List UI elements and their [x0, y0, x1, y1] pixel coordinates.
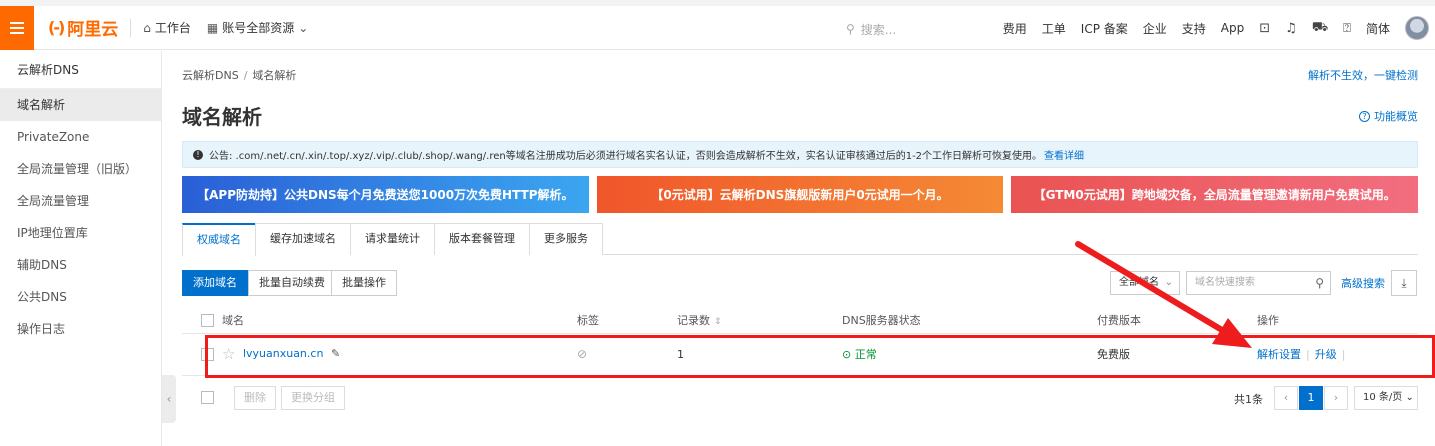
batch-ops-button[interactable]: 批量操作 [331, 270, 397, 296]
logo-text: 阿里云 [67, 20, 119, 40]
breadcrumb-item[interactable]: 云解析DNS [182, 69, 239, 82]
breadcrumb: 云解析DNS / 域名解析 [182, 67, 296, 83]
notice-bar: ! 公告: .com/.net/.cn/.xin/.top/.xyz/.vip/… [182, 141, 1418, 168]
cart-icon[interactable]: ⛟ [1312, 20, 1328, 37]
sidebar-item-ip-geo[interactable]: IP地理位置库 [0, 217, 161, 249]
sidebar-item-domain-resolution[interactable]: 域名解析 [0, 89, 161, 121]
detect-link[interactable]: 解析不生效，一键检测 [1308, 67, 1418, 83]
sort-icon[interactable]: ⇕ [714, 317, 722, 327]
resource-scope-dropdown[interactable]: ▦ 账号全部资源 ⌄ [207, 19, 308, 36]
header-dns-status: DNS服务器状态 [842, 307, 1097, 334]
table-footer: 删除 更换分组 共1条 ‹ 1 › 10 条/页 ⌄ [182, 386, 1418, 410]
domain-search-input[interactable]: 域名快速搜索 ⚲ [1186, 271, 1331, 295]
overview-label: 功能概览 [1374, 110, 1418, 123]
info-icon: ! [193, 149, 203, 160]
link-enterprise[interactable]: 企业 [1143, 20, 1167, 37]
terminal-icon[interactable]: ⊡ [1259, 21, 1270, 36]
header-records-label: 记录数 [677, 313, 710, 327]
workbench-link[interactable]: ⌂ 工作台 [143, 19, 191, 36]
filter-value: 全部域名 [1119, 277, 1159, 288]
home-icon: ⌂ [143, 20, 151, 35]
sidebar-item-gtm-legacy[interactable]: 全局流量管理（旧版） [0, 153, 161, 185]
notice-link[interactable]: 查看详细 [1044, 147, 1084, 162]
resource-scope-label: 账号全部资源 [222, 21, 295, 35]
total-count: 共1条 [1234, 393, 1263, 406]
page-number[interactable]: 1 [1299, 386, 1323, 410]
sidebar-item-privatezone[interactable]: PrivateZone [0, 121, 161, 153]
promo-banner[interactable]: 【0元试用】云解析DNS旗舰版新用户0元试用一个月。 [596, 176, 1004, 213]
footer-select-checkbox[interactable] [201, 391, 214, 404]
delete-button[interactable]: 删除 [234, 386, 276, 410]
logo[interactable]: (-) 阿里云 [48, 15, 118, 40]
help-icon[interactable]: ⍰ [1343, 21, 1351, 36]
link-fees[interactable]: 费用 [1003, 20, 1027, 37]
chevron-down-icon: ⌄ [298, 20, 309, 35]
next-page-button[interactable]: › [1324, 386, 1348, 410]
chevron-down-icon: ⌄ [1164, 277, 1173, 288]
batch-renew-button[interactable]: 批量自动续费 [248, 270, 336, 296]
add-domain-button[interactable]: 添加域名 [182, 270, 248, 296]
workbench-label: 工作台 [154, 21, 191, 35]
sidebar-item-gtm[interactable]: 全局流量管理 [0, 185, 161, 217]
logo-mark: (-) [48, 18, 65, 37]
overview-link[interactable]: ? 功能概览 [1359, 108, 1418, 124]
tab-plan-management[interactable]: 版本套餐管理 [434, 223, 530, 255]
select-all-checkbox[interactable] [201, 313, 214, 327]
header-edition: 付费版本 [1097, 307, 1257, 334]
header-ops: 操作 [1257, 307, 1418, 334]
sidebar-title[interactable]: 云解析DNS [0, 51, 161, 89]
table-header-row: 域名 标签 记录数 ⇕ DNS服务器状态 付费版本 操作 [182, 307, 1418, 334]
download-icon[interactable]: ⤓ [1391, 270, 1417, 296]
top-links: 费用 工单 ICP 备案 企业 支持 App ⊡ ♫ ⛟ ⍰ 简体 [1003, 6, 1429, 50]
bell-icon[interactable]: ♫ [1285, 21, 1297, 36]
tab-authoritative-domains[interactable]: 权威域名 [182, 223, 256, 256]
chevron-left-icon: ‹ [166, 392, 172, 406]
link-tickets[interactable]: 工单 [1042, 20, 1066, 37]
link-app[interactable]: App [1221, 21, 1244, 35]
notice-text: 公告: .com/.net/.cn/.xin/.top/.xyz/.vip/.c… [209, 151, 1043, 162]
header-domain: 域名 [222, 307, 577, 334]
tab-more-services[interactable]: 更多服务 [529, 223, 603, 255]
promo-banner[interactable]: 【APP防劫持】公共DNS每个月免费送您1000万次免费HTTP解析。 [182, 176, 589, 213]
sidebar-item-secondary-dns[interactable]: 辅助DNS [0, 249, 161, 281]
sidebar-item-operation-log[interactable]: 操作日志 [0, 313, 161, 345]
page-size-value: 10 条/页 [1363, 392, 1403, 403]
annotation-highlight-box [205, 335, 1435, 378]
header-records: 记录数 ⇕ [677, 307, 842, 334]
domain-search-placeholder: 域名快速搜索 [1195, 277, 1255, 288]
grid-icon: ▦ [206, 20, 219, 35]
question-icon: ? [1359, 110, 1370, 122]
toolbar: 添加域名 批量自动续费 批量操作 全部域名 ⌄ 域名快速搜索 ⚲ 高级搜索 ⤓ [182, 270, 1418, 296]
prev-page-button[interactable]: ‹ [1274, 386, 1298, 410]
change-group-button[interactable]: 更换分组 [281, 386, 345, 410]
search-icon[interactable]: ⚲ [1315, 272, 1324, 294]
search-placeholder: 搜索... [860, 22, 897, 37]
page-size-select[interactable]: 10 条/页 ⌄ [1354, 386, 1418, 410]
sidebar-item-public-dns[interactable]: 公共DNS [0, 281, 161, 313]
breadcrumb-separator: / [243, 69, 248, 82]
domain-filter-select[interactable]: 全部域名 ⌄ [1110, 271, 1180, 295]
link-support[interactable]: 支持 [1182, 20, 1206, 37]
global-search[interactable]: ⚲ 搜索... [838, 18, 1016, 40]
promo-banner[interactable]: 【GTM0元试用】跨地域灾备，全局流量管理邀请新用户免费试用。 [1011, 176, 1419, 213]
advanced-search-link[interactable]: 高级搜索 [1341, 275, 1385, 291]
tabs: 权威域名 缓存加速域名 请求量统计 版本套餐管理 更多服务 [182, 223, 1418, 256]
tab-cache-acceleration[interactable]: 缓存加速域名 [255, 223, 351, 255]
promo-banners: 【APP防劫持】公共DNS每个月免费送您1000万次免费HTTP解析。 【0元试… [182, 176, 1419, 213]
divider [130, 18, 132, 37]
top-navigation: (-) 阿里云 ⌂ 工作台 ▦ 账号全部资源 ⌄ ⚲ 搜索... 费用 工单 I… [0, 5, 1435, 50]
header-tag: 标签 [577, 307, 677, 334]
sidebar: 云解析DNS 域名解析 PrivateZone 全局流量管理（旧版） 全局流量管… [0, 51, 162, 446]
link-icp[interactable]: ICP 备案 [1081, 20, 1128, 37]
breadcrumb-item: 域名解析 [252, 69, 297, 82]
sidebar-collapse-handle[interactable]: ‹ [162, 375, 176, 423]
menu-icon[interactable] [0, 5, 34, 50]
search-icon: ⚲ [846, 22, 855, 36]
page-title: 域名解析 [182, 105, 262, 129]
avatar[interactable] [1405, 16, 1429, 40]
language-switch[interactable]: 简体 [1366, 20, 1390, 37]
tab-request-stats[interactable]: 请求量统计 [350, 223, 435, 255]
